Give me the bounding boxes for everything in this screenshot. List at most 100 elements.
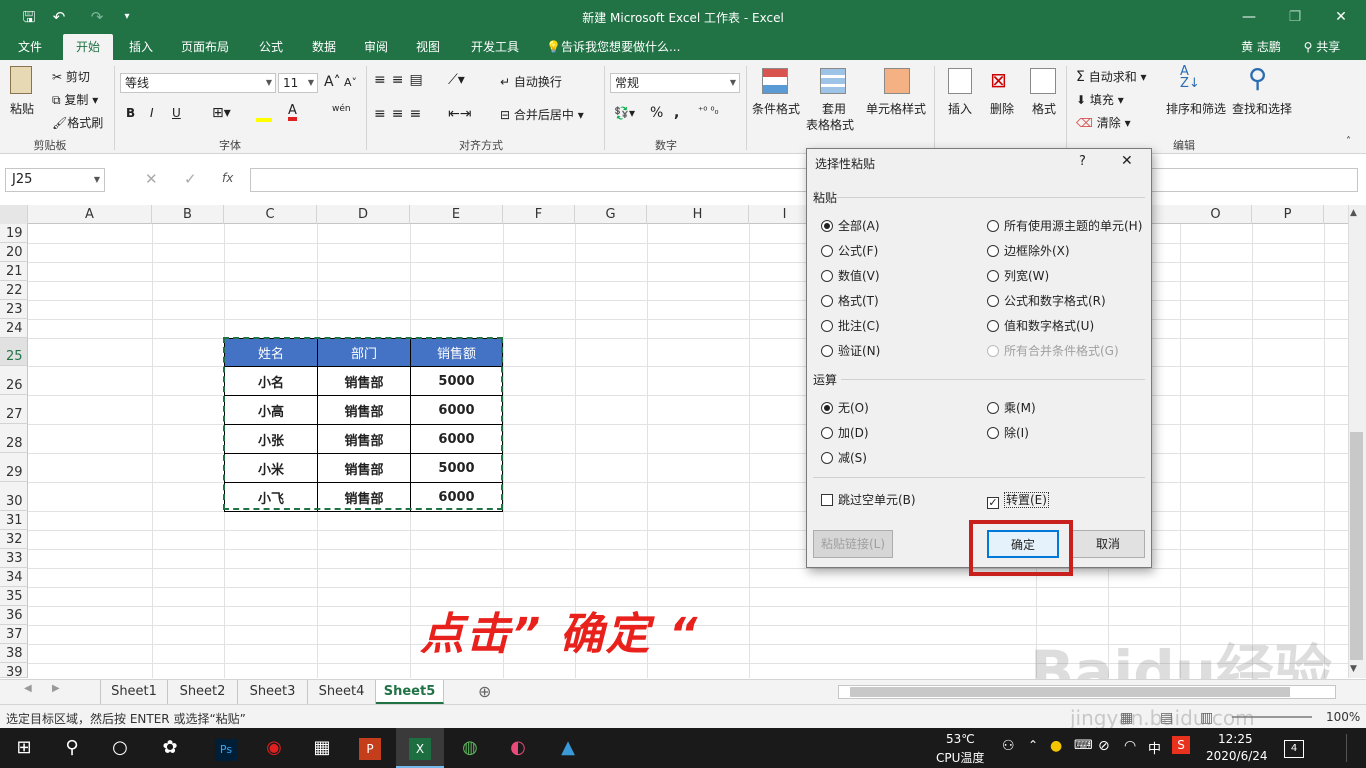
user-name[interactable]: 黄 志鹏: [1236, 34, 1286, 60]
row-header[interactable]: 21: [0, 262, 28, 281]
formula-input[interactable]: [250, 168, 1358, 192]
sheet-tab-1[interactable]: Sheet1: [100, 680, 168, 704]
tab-view[interactable]: 视图: [406, 34, 450, 60]
name-box[interactable]: J25 ▼: [5, 168, 105, 192]
vertical-align-icons[interactable]: ≡≡▤: [374, 72, 429, 88]
tab-insert[interactable]: 插入: [118, 34, 164, 60]
row-header[interactable]: 32: [0, 530, 28, 549]
clear-button[interactable]: ⌫ 清除 ▾: [1076, 114, 1131, 131]
tab-home[interactable]: 开始: [63, 34, 113, 60]
ime-indicator[interactable]: 中: [1148, 738, 1161, 757]
prev-sheet-icon[interactable]: ◀: [24, 683, 32, 694]
format-table-button[interactable]: 套用: [822, 100, 846, 117]
format-table-icon[interactable]: [820, 68, 848, 96]
row-header[interactable]: 25: [0, 338, 28, 366]
wifi-icon[interactable]: ◠: [1124, 738, 1136, 754]
sort-filter-button[interactable]: 排序和筛选: [1166, 100, 1226, 117]
paste-icon[interactable]: [10, 66, 40, 98]
network-device-icon[interactable]: ⌨: [1074, 738, 1093, 753]
row-header[interactable]: 38: [0, 644, 28, 663]
paste-no-borders-radio[interactable]: 边框除外(X): [987, 242, 1070, 259]
transpose-checkbox[interactable]: ✓ 转置(E): [987, 491, 1049, 509]
minimize-button[interactable]: —: [1226, 4, 1272, 30]
paste-values-radio[interactable]: 数值(V): [821, 267, 880, 284]
cell-styles-icon[interactable]: [884, 68, 912, 96]
insert-function-icon[interactable]: fx: [222, 171, 233, 185]
row-header[interactable]: 33: [0, 549, 28, 568]
sheet-tab-4[interactable]: Sheet4: [308, 680, 376, 704]
browser-icon[interactable]: ◍: [446, 728, 494, 768]
row-header[interactable]: 34: [0, 568, 28, 587]
cancel-button[interactable]: 取消: [1071, 530, 1145, 558]
op-none-radio[interactable]: 无(O): [821, 399, 869, 416]
row-header[interactable]: 28: [0, 424, 28, 453]
paste-button[interactable]: 粘贴: [10, 100, 34, 117]
find-select-button[interactable]: 查找和选择: [1232, 100, 1292, 117]
tab-page-layout[interactable]: 页面布局: [172, 34, 238, 60]
tab-developer[interactable]: 开发工具: [460, 34, 530, 60]
paste-comments-radio[interactable]: 批注(C): [821, 317, 880, 334]
insert-cells-button[interactable]: 插入: [948, 100, 972, 117]
row-header[interactable]: 26: [0, 366, 28, 395]
column-header[interactable]: G: [575, 205, 647, 224]
row-header[interactable]: 19: [0, 224, 28, 243]
row-header[interactable]: 30: [0, 482, 28, 511]
op-divide-radio[interactable]: 除(I): [987, 424, 1029, 441]
tab-file[interactable]: 文件: [8, 34, 52, 60]
insert-cells-icon[interactable]: [948, 68, 972, 97]
calculator-icon[interactable]: ▦: [298, 728, 346, 768]
paste-formulas-radio[interactable]: 公式(F): [821, 242, 878, 259]
row-header[interactable]: 27: [0, 395, 28, 424]
pinwheel-app-icon[interactable]: ✿: [146, 728, 194, 768]
op-subtract-radio[interactable]: 减(S): [821, 449, 867, 466]
sheet-tab-3[interactable]: Sheet3: [238, 680, 308, 704]
sort-filter-icon[interactable]: A Z↓: [1180, 65, 1200, 90]
row-header[interactable]: 36: [0, 606, 28, 625]
column-header[interactable]: A: [28, 205, 152, 224]
column-header[interactable]: H: [647, 205, 749, 224]
powerpoint-icon[interactable]: P: [346, 728, 394, 768]
scroll-thumb[interactable]: [1350, 432, 1363, 660]
autosum-button[interactable]: Σ 自动求和 ▾: [1076, 68, 1147, 85]
format-painter-button[interactable]: 🖌格式刷: [52, 114, 103, 131]
add-sheet-icon[interactable]: ⊕: [478, 682, 491, 701]
row-header[interactable]: 39: [0, 663, 28, 680]
share-button[interactable]: ⚲ 共享: [1292, 34, 1352, 60]
paste-values-numbers-radio[interactable]: 值和数字格式(U): [987, 317, 1094, 334]
search-icon[interactable]: ⚲: [48, 728, 96, 768]
notification-icon[interactable]: 4: [1284, 740, 1304, 758]
clock-date[interactable]: 2020/6/24: [1206, 749, 1268, 763]
conditional-format-button[interactable]: 条件格式: [752, 100, 800, 117]
confirm-entry-icon[interactable]: ✓: [184, 170, 197, 188]
paste-column-widths-radio[interactable]: 列宽(W): [987, 267, 1049, 284]
tab-review[interactable]: 审阅: [354, 34, 398, 60]
column-header[interactable]: B: [152, 205, 224, 224]
column-header[interactable]: E: [410, 205, 503, 224]
help-button[interactable]: ?: [1079, 154, 1086, 169]
delete-cells-icon[interactable]: ⊠: [990, 68, 1007, 92]
italic-button[interactable]: I: [150, 106, 154, 120]
cancel-entry-icon[interactable]: ✕: [145, 170, 158, 188]
excel-icon[interactable]: X: [396, 728, 444, 768]
sheet-tab-5[interactable]: Sheet5: [376, 680, 444, 704]
netease-music-icon[interactable]: ◉: [250, 728, 298, 768]
op-add-radio[interactable]: 加(D): [821, 424, 869, 441]
find-select-icon[interactable]: ⚲: [1248, 64, 1267, 94]
sheet-tab-2[interactable]: Sheet2: [168, 680, 238, 704]
photoshop-icon[interactable]: Ps: [202, 728, 250, 768]
font-size-combo[interactable]: 11 ▼: [278, 73, 318, 93]
row-header[interactable]: 29: [0, 453, 28, 482]
grow-font-button[interactable]: A˄: [324, 74, 341, 90]
paste-validation-radio[interactable]: 验证(N): [821, 342, 880, 359]
row-header[interactable]: 35: [0, 587, 28, 606]
cut-button[interactable]: ✂ 剪切: [52, 68, 90, 85]
close-icon[interactable]: ✕: [1121, 153, 1133, 169]
restore-button[interactable]: ❐: [1272, 4, 1318, 30]
windows-start-icon[interactable]: ⊞: [0, 728, 48, 768]
paste-source-theme-radio[interactable]: 所有使用源主题的单元(H): [987, 217, 1142, 234]
collapse-ribbon-icon[interactable]: ˄: [1346, 136, 1351, 147]
column-header[interactable]: P: [1252, 205, 1324, 224]
row-header[interactable]: 31: [0, 511, 28, 530]
cell-styles-button[interactable]: 单元格样式: [866, 100, 926, 117]
fill-button[interactable]: ⬇ 填充 ▾: [1076, 91, 1124, 108]
